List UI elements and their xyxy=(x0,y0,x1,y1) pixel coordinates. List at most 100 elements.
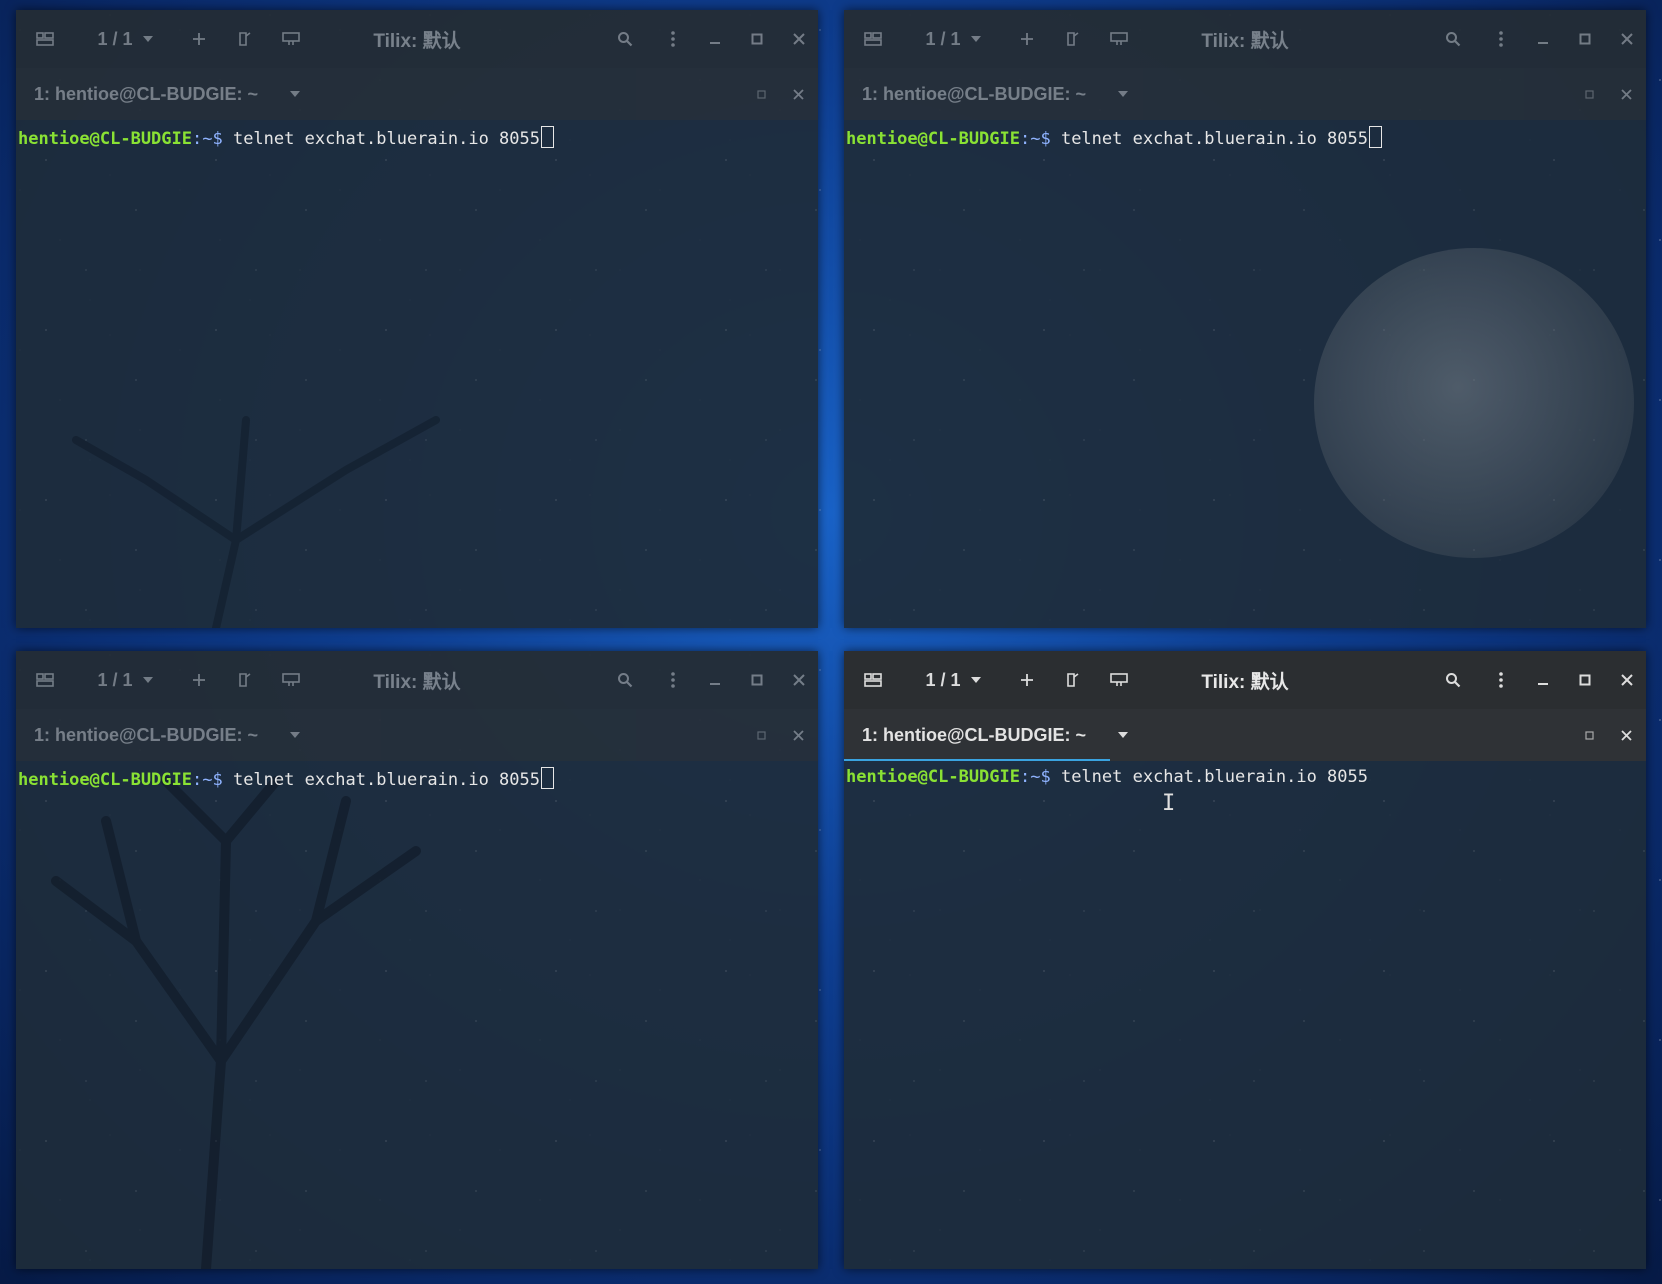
minimize-icon[interactable] xyxy=(700,651,730,709)
terminal-area[interactable]: hentioe@CL-BUDGIE:~$ telnet exchat.bluer… xyxy=(16,761,818,1274)
ibeam-cursor-icon: I xyxy=(1162,791,1176,816)
maximize-terminal-icon[interactable] xyxy=(1585,68,1594,120)
maximize-terminal-icon[interactable] xyxy=(757,68,766,120)
terminal-cursor xyxy=(1369,126,1382,148)
search-icon[interactable] xyxy=(610,651,640,709)
close-terminal-icon[interactable] xyxy=(793,68,804,120)
terminal-cursor xyxy=(541,126,554,148)
prompt-path: :~$ xyxy=(1020,129,1051,149)
command-text: telnet exchat.bluerain.io 8055 xyxy=(222,770,540,790)
tilix-window-bottom-left[interactable]: 1 / 1 Tilix: 默认 1: hentioe@CL-BUDGIE: ~ hen… xyxy=(16,651,818,1274)
tilix-window-top-right[interactable]: 1 / 1 Tilix: 默认 1: hentioe@CL-BUDGIE: ~ hen… xyxy=(844,10,1646,628)
wallpaper-tree xyxy=(16,380,536,632)
session-switcher-button[interactable]: 1 / 1 xyxy=(80,10,170,68)
close-icon[interactable] xyxy=(784,10,814,68)
split-down-icon[interactable] xyxy=(1104,651,1134,709)
terminal-area[interactable]: hentioe@CL-BUDGIE:~$ telnet exchat.bluer… xyxy=(16,120,818,632)
prompt-line: hentioe@CL-BUDGIE:~$ telnet exchat.bluer… xyxy=(18,126,816,149)
close-terminal-icon[interactable] xyxy=(1621,68,1632,120)
close-terminal-icon[interactable] xyxy=(1621,709,1632,761)
minimize-icon[interactable] xyxy=(1528,10,1558,68)
prompt-path: :~$ xyxy=(192,129,223,149)
split-right-icon[interactable] xyxy=(230,651,260,709)
search-icon[interactable] xyxy=(1438,651,1468,709)
terminal-tab[interactable]: 1: hentioe@CL-BUDGIE: ~ xyxy=(16,709,818,761)
close-terminal-icon[interactable] xyxy=(793,709,804,761)
terminal-cursor xyxy=(541,767,554,789)
add-terminal-icon[interactable] xyxy=(1012,10,1042,68)
terminal-tab[interactable]: 1: hentioe@CL-BUDGIE: ~ xyxy=(844,709,1646,761)
tab-menu-icon[interactable] xyxy=(290,68,300,120)
terminal-tab-label[interactable]: 1: hentioe@CL-BUDGIE: ~ xyxy=(862,709,1086,761)
split-down-icon[interactable] xyxy=(276,651,306,709)
session-sidebar-icon[interactable] xyxy=(34,10,56,68)
prompt-path: :~$ xyxy=(192,770,223,790)
kebab-menu-icon[interactable] xyxy=(1486,651,1516,709)
maximize-terminal-icon[interactable] xyxy=(1585,709,1594,761)
split-down-icon[interactable] xyxy=(276,10,306,68)
session-switcher-button[interactable]: 1 / 1 xyxy=(80,651,170,709)
prompt-path: :~$ xyxy=(1020,767,1051,787)
session-switcher-button[interactable]: 1 / 1 xyxy=(908,10,998,68)
add-terminal-icon[interactable] xyxy=(184,651,214,709)
terminal-tab-label[interactable]: 1: hentioe@CL-BUDGIE: ~ xyxy=(862,68,1086,120)
chevron-down-icon xyxy=(142,677,153,683)
maximize-icon[interactable] xyxy=(742,10,772,68)
prompt-line: hentioe@CL-BUDGIE:~$ telnet exchat.bluer… xyxy=(846,767,1644,787)
prompt-user: hentioe@CL-BUDGIE xyxy=(846,767,1020,787)
add-terminal-icon[interactable] xyxy=(1012,651,1042,709)
session-counter: 1 / 1 xyxy=(97,28,133,49)
titlebar[interactable]: 1 / 1 Tilix: 默认 xyxy=(16,10,818,68)
split-right-icon[interactable] xyxy=(1058,651,1088,709)
split-down-icon[interactable] xyxy=(1104,10,1134,68)
split-right-icon[interactable] xyxy=(1058,10,1088,68)
prompt-user: hentioe@CL-BUDGIE xyxy=(846,129,1020,149)
tab-menu-icon[interactable] xyxy=(290,709,300,761)
search-icon[interactable] xyxy=(610,10,640,68)
kebab-menu-icon[interactable] xyxy=(1486,10,1516,68)
kebab-menu-icon[interactable] xyxy=(658,10,688,68)
terminal-tab[interactable]: 1: hentioe@CL-BUDGIE: ~ xyxy=(844,68,1646,120)
maximize-terminal-icon[interactable] xyxy=(757,709,766,761)
tab-menu-icon[interactable] xyxy=(1118,709,1128,761)
close-icon[interactable] xyxy=(784,651,814,709)
session-counter: 1 / 1 xyxy=(925,669,961,690)
maximize-icon[interactable] xyxy=(1570,10,1600,68)
tilix-window-top-left[interactable]: 1 / 1 Tilix: 默认 1: hentioe@CL-BUDGIE: ~ hen… xyxy=(16,10,818,632)
session-switcher-button[interactable]: 1 / 1 xyxy=(908,651,998,709)
maximize-icon[interactable] xyxy=(1570,651,1600,709)
tab-menu-icon[interactable] xyxy=(1118,68,1128,120)
titlebar[interactable]: 1 / 1 Tilix: 默认 xyxy=(16,651,818,709)
prompt-user: hentioe@CL-BUDGIE xyxy=(18,770,192,790)
titlebar[interactable]: 1 / 1 Tilix: 默认 xyxy=(844,651,1646,709)
chevron-down-icon xyxy=(970,677,981,683)
command-text: telnet exchat.bluerain.io 8055 xyxy=(222,129,540,149)
session-sidebar-icon[interactable] xyxy=(862,651,884,709)
close-icon[interactable] xyxy=(1612,651,1642,709)
add-terminal-icon[interactable] xyxy=(184,10,214,68)
search-icon[interactable] xyxy=(1438,10,1468,68)
close-icon[interactable] xyxy=(1612,10,1642,68)
tilix-window-bottom-right[interactable]: 1 / 1 Tilix: 默认 1: hentioe@CL-BUDGIE: ~ hen… xyxy=(844,651,1646,1269)
terminal-tab-label[interactable]: 1: hentioe@CL-BUDGIE: ~ xyxy=(34,68,258,120)
kebab-menu-icon[interactable] xyxy=(658,651,688,709)
titlebar[interactable]: 1 / 1 Tilix: 默认 xyxy=(844,10,1646,68)
minimize-icon[interactable] xyxy=(700,10,730,68)
command-text: telnet exchat.bluerain.io 8055 xyxy=(1050,129,1368,149)
command-text: telnet exchat.bluerain.io 8055 xyxy=(1050,767,1368,787)
session-sidebar-icon[interactable] xyxy=(34,651,56,709)
minimize-icon[interactable] xyxy=(1528,651,1558,709)
split-right-icon[interactable] xyxy=(230,10,260,68)
wallpaper-moon xyxy=(1314,248,1634,558)
maximize-icon[interactable] xyxy=(742,651,772,709)
terminal-area[interactable]: hentioe@CL-BUDGIE:~$ telnet exchat.bluer… xyxy=(844,761,1646,1269)
session-counter: 1 / 1 xyxy=(97,669,133,690)
prompt-line: hentioe@CL-BUDGIE:~$ telnet exchat.bluer… xyxy=(18,767,816,790)
session-counter: 1 / 1 xyxy=(925,28,961,49)
session-sidebar-icon[interactable] xyxy=(862,10,884,68)
terminal-area[interactable]: hentioe@CL-BUDGIE:~$ telnet exchat.bluer… xyxy=(844,120,1646,628)
terminal-tab[interactable]: 1: hentioe@CL-BUDGIE: ~ xyxy=(16,68,818,120)
wallpaper-tree xyxy=(16,761,536,1274)
terminal-tab-label[interactable]: 1: hentioe@CL-BUDGIE: ~ xyxy=(34,709,258,761)
prompt-line: hentioe@CL-BUDGIE:~$ telnet exchat.bluer… xyxy=(846,126,1644,149)
